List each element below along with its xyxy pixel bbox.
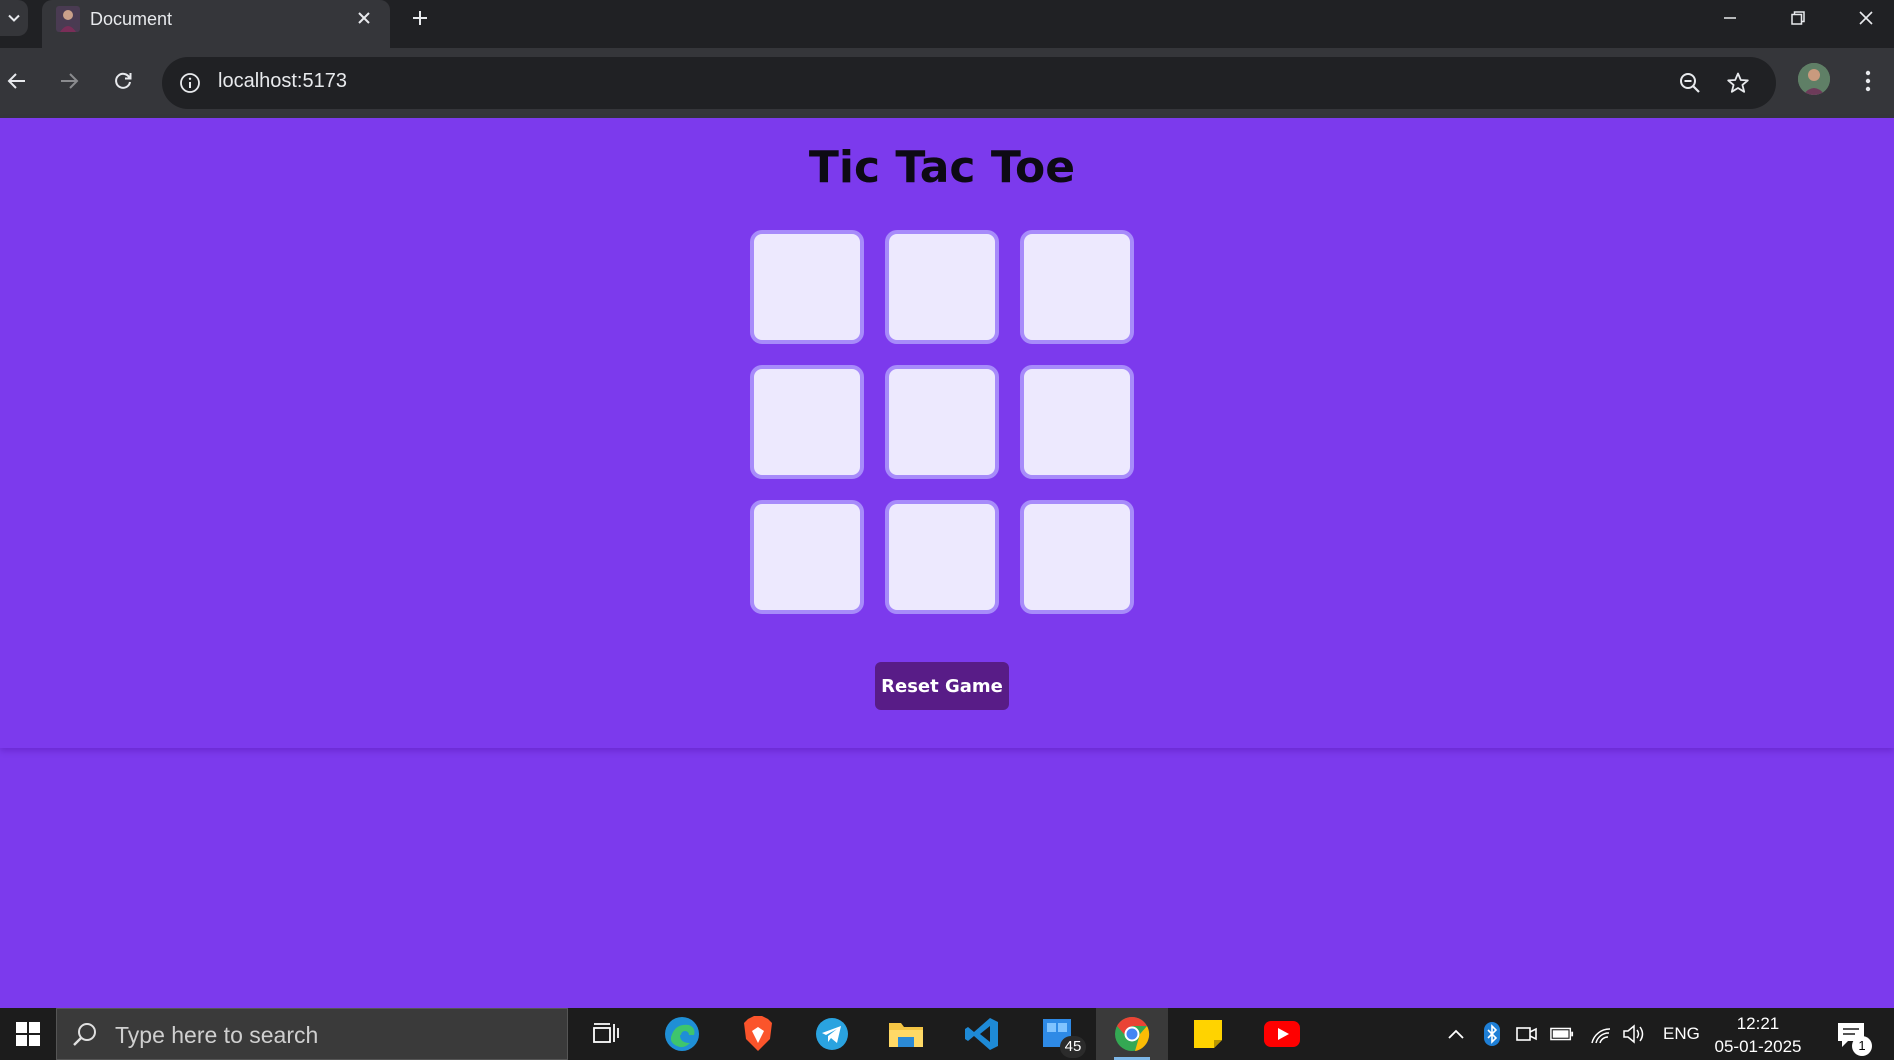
task-view-icon: [593, 1023, 619, 1043]
start-button[interactable]: [0, 1008, 56, 1060]
board-cell-3[interactable]: [1020, 230, 1134, 344]
taskbar-app-brave[interactable]: [722, 1008, 794, 1060]
board-cell-1[interactable]: [750, 230, 864, 344]
arrow-right-icon: [61, 73, 79, 89]
url-text: localhost:5173: [218, 70, 347, 92]
search-placeholder: Type here to search: [115, 1022, 319, 1048]
chrome-icon: [1115, 1017, 1150, 1051]
kebab-menu-icon: [1865, 70, 1871, 92]
site-info-button[interactable]: [176, 69, 204, 97]
close-icon: [1859, 11, 1873, 25]
tab-favicon-icon: [56, 6, 80, 32]
reload-button[interactable]: [106, 64, 140, 98]
browser-tab-bar: Document: [0, 0, 1894, 48]
restore-button[interactable]: [1764, 0, 1832, 36]
volume-tray[interactable]: [1622, 1022, 1646, 1046]
youtube-icon: [1264, 1021, 1300, 1047]
star-icon: [1727, 72, 1749, 93]
board-cell-5[interactable]: [885, 365, 999, 479]
browser-toolbar: localhost:5173: [0, 48, 1894, 118]
taskbar-app-chrome[interactable]: [1096, 1008, 1168, 1060]
board-cell-9[interactable]: [1020, 500, 1134, 614]
close-icon: [358, 12, 370, 24]
video-camera-icon: [1516, 1027, 1537, 1041]
bluetooth-icon: [1484, 1022, 1500, 1046]
battery-tray[interactable]: [1550, 1022, 1574, 1046]
avatar-icon: [1798, 63, 1830, 95]
reset-game-button[interactable]: Reset Game: [875, 662, 1009, 710]
folder-icon: [889, 1023, 923, 1047]
board-cell-6[interactable]: [1020, 365, 1134, 479]
wifi-icon: [1591, 1028, 1611, 1044]
windows-taskbar: Type here to search 45 ENG 12:21 05-01-2…: [0, 1008, 1894, 1060]
search-icon: [73, 1023, 96, 1046]
profile-avatar[interactable]: [1798, 63, 1830, 95]
board-cell-7[interactable]: [750, 500, 864, 614]
vscode-icon: [965, 1018, 998, 1050]
back-button[interactable]: [0, 64, 34, 98]
windows-logo-icon: [16, 1022, 40, 1046]
zoom-button[interactable]: [1676, 69, 1704, 97]
clock-date: 05-01-2025: [1714, 1037, 1802, 1056]
taskbar-search-input[interactable]: Type here to search: [56, 1008, 568, 1060]
taskbar-clock[interactable]: 12:21 05-01-2025: [1710, 1012, 1806, 1058]
tab-search-button[interactable]: [0, 0, 28, 36]
page-viewport: Tic Tac Toe Reset Game: [0, 118, 1894, 1008]
meet-tray[interactable]: [1515, 1022, 1539, 1046]
board-cell-4[interactable]: [750, 365, 864, 479]
taskbar-app-vscode[interactable]: [946, 1008, 1018, 1060]
chevron-up-icon: [1448, 1029, 1464, 1039]
zoom-out-icon: [1680, 73, 1700, 93]
network-tray[interactable]: [1589, 1022, 1613, 1046]
board-cell-8[interactable]: [885, 500, 999, 614]
restore-icon: [1791, 11, 1805, 25]
store-notification-badge: 45: [1060, 1036, 1086, 1058]
info-icon: [180, 73, 200, 93]
browser-menu-button[interactable]: [1856, 64, 1880, 98]
minimize-icon: [1724, 17, 1736, 19]
arrow-left-icon: [7, 73, 25, 89]
battery-icon: [1550, 1027, 1574, 1041]
task-view-button[interactable]: [570, 1008, 642, 1060]
forward-button[interactable]: [52, 64, 86, 98]
show-hidden-icons-button[interactable]: [1444, 1022, 1468, 1046]
input-language[interactable]: ENG: [1663, 1024, 1700, 1044]
close-window-button[interactable]: [1832, 0, 1894, 36]
game-container: Tic Tac Toe Reset Game: [0, 118, 1894, 748]
taskbar-app-youtube[interactable]: [1246, 1008, 1318, 1060]
game-board: [750, 230, 1134, 614]
new-tab-button[interactable]: [406, 4, 434, 32]
taskbar-app-store[interactable]: 45: [1022, 1008, 1094, 1060]
plus-icon: [413, 11, 427, 25]
telegram-icon: [816, 1018, 848, 1050]
board-cell-2[interactable]: [885, 230, 999, 344]
taskbar-app-telegram[interactable]: [796, 1008, 868, 1060]
tab-close-button[interactable]: [352, 6, 376, 30]
chevron-down-icon: [8, 14, 20, 22]
notification-count-badge: 1: [1852, 1036, 1872, 1056]
minimize-button[interactable]: [1696, 0, 1764, 36]
bookmark-button[interactable]: [1724, 69, 1752, 97]
game-title: Tic Tac Toe: [808, 142, 1076, 193]
speaker-icon: [1623, 1024, 1644, 1044]
clock-time: 12:21: [1736, 1014, 1780, 1033]
bluetooth-tray[interactable]: [1480, 1022, 1504, 1046]
tab-title: Document: [90, 9, 173, 29]
address-bar[interactable]: localhost:5173: [162, 57, 1776, 109]
taskbar-app-edge[interactable]: [646, 1008, 718, 1060]
brave-icon: [744, 1016, 772, 1051]
edge-icon: [665, 1017, 699, 1051]
taskbar-app-sticky-notes[interactable]: [1172, 1008, 1244, 1060]
sticky-notes-icon: [1194, 1020, 1222, 1048]
taskbar-app-file-explorer[interactable]: [870, 1008, 942, 1060]
browser-tab[interactable]: Document: [42, 0, 390, 48]
reload-icon: [115, 72, 132, 89]
